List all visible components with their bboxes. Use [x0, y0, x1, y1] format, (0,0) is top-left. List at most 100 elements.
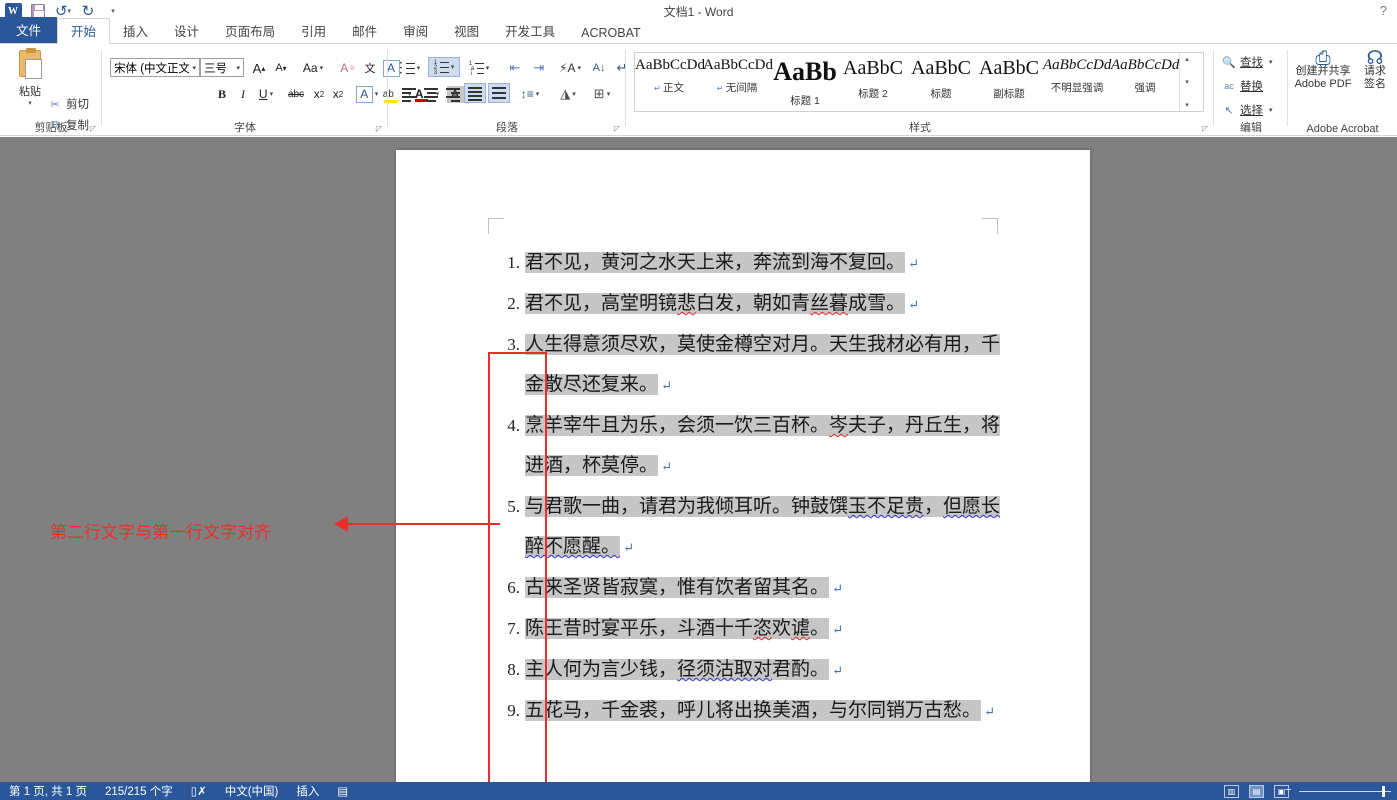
cut-button[interactable]: ✂ 剪切	[48, 96, 89, 112]
styles-scroll-up-icon[interactable]: ▴	[1185, 55, 1189, 63]
italic-button[interactable]: I	[233, 84, 253, 104]
asian-layout-button[interactable]: ⚡A ▾	[556, 58, 584, 78]
tab-home[interactable]: 开始	[57, 18, 111, 44]
shading-button[interactable]: ◮ ▾	[554, 84, 582, 104]
bold-button[interactable]: B	[212, 84, 232, 104]
paragraph-text: 烹羊宰牛且为乐，会须一饮三百杯。岑夫子，丹丘生，将	[525, 406, 1001, 446]
tab-developer[interactable]: 开发工具	[492, 19, 568, 43]
font-size-dropdown-icon[interactable]: ▾	[233, 64, 243, 72]
zoom-out-icon[interactable]: −	[1285, 784, 1291, 796]
style-preview: AaBbC	[843, 57, 903, 79]
subscript-button[interactable]: x2	[309, 84, 329, 104]
tab-insert[interactable]: 插入	[110, 19, 161, 43]
style-item-3[interactable]: AaBbC 标题 2	[839, 53, 907, 111]
numbering-button[interactable]: 123 ▾	[428, 57, 460, 77]
document-paragraph[interactable]: 4. 烹羊宰牛且为乐，会须一饮三百杯。岑夫子，丹丘生，将	[488, 406, 1088, 446]
help-icon[interactable]: ?	[1380, 3, 1387, 18]
document-canvas[interactable]: 1. 君不见，黄河之水天上来，奔流到海不复回。 ↵ 2. 君不见，高堂明镜悲白发，朝如…	[0, 137, 1397, 800]
document-paragraph[interactable]: 5. 与君歌一曲，请君为我倾耳听。钟鼓馔玉不足贵，但愿长	[488, 487, 1088, 527]
insert-mode-indicator[interactable]: 插入	[287, 783, 328, 799]
tab-acrobat[interactable]: ACROBAT	[568, 24, 654, 43]
style-preview: AaBbCcDd	[1111, 57, 1180, 73]
tab-page-layout[interactable]: 页面布局	[212, 19, 288, 43]
print-layout-icon[interactable]: ▤	[1249, 784, 1264, 798]
text-effects-button[interactable]: A ▾	[353, 84, 381, 104]
read-mode-icon[interactable]: ▥	[1224, 784, 1239, 798]
align-justify-button[interactable]	[464, 83, 486, 103]
bullets-button[interactable]: • • • ▾	[396, 58, 424, 78]
language-indicator[interactable]: 中文(中国)	[216, 783, 288, 799]
shrink-font-button[interactable]: A ▾	[272, 58, 290, 78]
font-size-combo[interactable]: 三号 ▾	[200, 58, 244, 77]
find-button[interactable]: 🔍 查找 ▾	[1222, 54, 1272, 70]
word-count[interactable]: 215/215 个字	[96, 783, 182, 799]
page-indicator[interactable]: 第 1 页, 共 1 页	[0, 783, 96, 799]
grow-font-button[interactable]: A ▴	[250, 58, 268, 78]
increase-indent-button[interactable]: ⇥	[528, 58, 550, 78]
align-left-button[interactable]	[398, 84, 420, 104]
zoom-slider[interactable]: − +	[1285, 784, 1391, 797]
align-center-button[interactable]	[420, 84, 442, 104]
borders-button[interactable]: ⊞ ▾	[588, 84, 616, 104]
paragraph-dialog-launcher[interactable]: ◸	[614, 124, 620, 133]
document-text-body[interactable]: 1. 君不见，黄河之水天上来，奔流到海不复回。 ↵ 2. 君不见，高堂明镜悲白发，朝如…	[488, 243, 1088, 732]
create-share-pdf-button[interactable]: ⎙ 创建并共享 Adobe PDF	[1292, 49, 1354, 91]
style-item-4[interactable]: AaBbC 标题	[907, 53, 975, 111]
clipboard-dialog-launcher[interactable]: ◸	[90, 124, 96, 133]
tab-mailings[interactable]: 邮件	[339, 19, 390, 43]
multilevel-list-button[interactable]: 1ai ▾	[464, 58, 494, 78]
styles-gallery[interactable]: AaBbCcDd ↵ 正文 AaBbCcDd ↵ 无间隔 AaBb 标题 1 AaBbC 标题…	[634, 52, 1204, 112]
style-item-2[interactable]: AaBb 标题 1	[771, 53, 839, 111]
style-item-0[interactable]: AaBbCcDd ↵ 正文	[635, 53, 705, 111]
style-name: 标题	[930, 88, 952, 100]
document-paragraph[interactable]: 2. 君不见，高堂明镜悲白发，朝如青丝暮成雪。 ↵	[488, 284, 1088, 325]
zoom-slider-handle[interactable]	[1382, 785, 1385, 797]
select-button[interactable]: ↖ 选择 ▾	[1222, 102, 1272, 118]
document-paragraph-wrapped-line[interactable]: 进酒，杯莫停。 ↵	[488, 446, 1088, 487]
tab-references[interactable]: 引用	[288, 19, 339, 43]
distribute-button[interactable]	[488, 83, 510, 103]
text-run: 径须沽取对	[677, 659, 773, 680]
tab-file[interactable]: 文件	[0, 17, 58, 43]
strikethrough-button[interactable]: abc	[283, 84, 309, 104]
tab-review[interactable]: 审阅	[390, 19, 441, 43]
font-name-dropdown-icon[interactable]: ▾	[189, 64, 199, 72]
document-paragraph-wrapped-line[interactable]: 金散尽还复来。 ↵	[488, 365, 1088, 406]
document-paragraph[interactable]: 3. 人生得意须尽欢，莫使金樽空对月。天生我材必有用，千	[488, 325, 1088, 365]
text-run: 丝暮	[810, 293, 849, 314]
ribbon-tab-bar: 文件 开始 插入 设计 页面布局 引用 邮件 审阅 视图 开发工具 ACROBA…	[0, 17, 1397, 44]
line-spacing-button[interactable]: ↕≡ ▾	[516, 84, 544, 104]
style-item-6[interactable]: AaBbCcDd 不明显强调	[1043, 53, 1111, 111]
document-paragraph[interactable]: 8. 主人何为言少钱，径须沽取对君酌。 ↵	[488, 650, 1088, 691]
macro-record-icon[interactable]: ▤	[328, 784, 357, 798]
document-paragraph[interactable]: 7. 陈王昔时宴平乐，斗酒十千恣欢谑。 ↵	[488, 609, 1088, 650]
styles-scroll-down-icon[interactable]: ▾	[1185, 78, 1189, 86]
styles-more-icon[interactable]: ▾	[1185, 101, 1189, 109]
align-right-button[interactable]	[442, 84, 464, 104]
replace-button[interactable]: ac 替换	[1222, 78, 1263, 94]
style-item-5[interactable]: AaBbC 副标题	[975, 53, 1043, 111]
sort-button[interactable]: A↓	[588, 58, 610, 78]
style-item-7[interactable]: AaBbCcDd 强调	[1111, 53, 1179, 111]
font-dialog-launcher[interactable]: ◸	[376, 124, 382, 133]
styles-dialog-launcher[interactable]: ◸	[1202, 124, 1208, 133]
document-paragraph-wrapped-line[interactable]: 醉不愿醒。 ↵	[488, 527, 1088, 568]
document-paragraph[interactable]: 6. 古来圣贤皆寂寞，惟有饮者留其名。 ↵	[488, 568, 1088, 609]
document-paragraph[interactable]: 1. 君不见，黄河之水天上来，奔流到海不复回。 ↵	[488, 243, 1088, 284]
change-case-button[interactable]: Aa ▾	[298, 58, 328, 78]
paste-button[interactable]: 粘贴 ▾	[10, 48, 50, 107]
request-signature-button[interactable]: ☊ 请求 签名	[1356, 49, 1394, 91]
spell-check-icon[interactable]: ▯✗	[182, 784, 216, 798]
underline-button[interactable]: U ▾	[253, 84, 279, 104]
tab-design[interactable]: 设计	[161, 19, 212, 43]
styles-scrollbar[interactable]: ▴ ▾ ▾	[1179, 53, 1194, 111]
paste-dropdown-icon[interactable]: ▾	[10, 99, 50, 107]
tab-view[interactable]: 视图	[441, 19, 492, 43]
decrease-indent-button[interactable]: ⇤	[504, 58, 526, 78]
document-paragraph[interactable]: 9. 五花马，千金裘，呼儿将出换美酒，与尔同销万古愁。 ↵	[488, 691, 1088, 732]
phonetic-guide-icon[interactable]: 文	[360, 58, 380, 78]
style-item-1[interactable]: AaBbCcDd ↵ 无间隔	[703, 53, 773, 111]
clear-formatting-icon[interactable]: A ✧	[338, 58, 358, 78]
font-name-combo[interactable]: 宋体 (中文正文 ▾	[110, 58, 200, 77]
superscript-button[interactable]: x2	[328, 84, 348, 104]
